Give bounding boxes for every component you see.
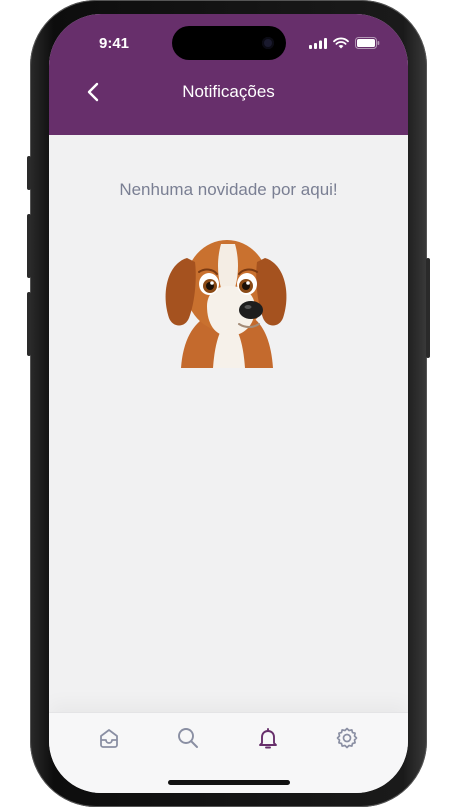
tab-search[interactable] — [175, 725, 201, 751]
dynamic-island — [172, 26, 286, 60]
screen: 9:41 Notificações Nenhuma novidade por a… — [49, 14, 408, 793]
gear-icon — [336, 727, 358, 749]
action-button — [27, 156, 31, 190]
volume-down-button — [27, 292, 31, 356]
battery-icon — [355, 37, 380, 49]
wifi-icon — [333, 37, 349, 49]
inbox-icon — [100, 729, 118, 748]
tab-inbox[interactable] — [96, 725, 122, 751]
page-title: Notificações — [182, 82, 275, 101]
empty-state-message: Nenhuma novidade por aqui! — [119, 180, 338, 199]
status-time: 9:41 — [99, 35, 130, 52]
tab-bar — [49, 712, 408, 793]
camera-icon — [262, 37, 274, 49]
search-icon — [178, 728, 198, 748]
app-header: 9:41 Notificações — [49, 14, 408, 135]
sad-dog-illustration — [165, 240, 287, 368]
home-indicator — [168, 780, 290, 785]
volume-up-button — [27, 214, 31, 278]
signal-icon — [309, 37, 327, 49]
bell-icon — [259, 728, 277, 749]
power-button — [426, 258, 430, 358]
status-icons — [309, 37, 380, 49]
tab-settings[interactable] — [334, 725, 360, 751]
tab-notifications[interactable] — [255, 725, 281, 751]
